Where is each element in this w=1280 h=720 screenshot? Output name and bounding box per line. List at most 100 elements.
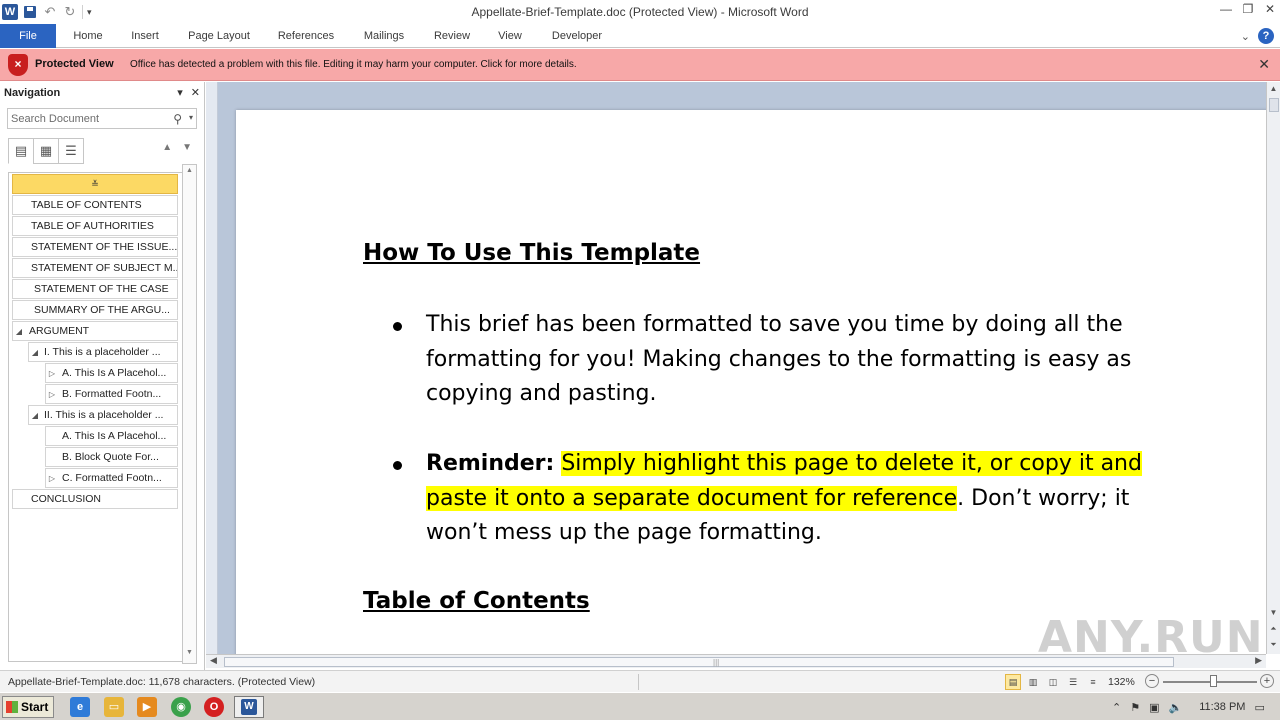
outline-item[interactable]: B. Block Quote For... (45, 447, 178, 467)
expand-caret-icon[interactable]: ▷ (46, 365, 58, 382)
opera-icon[interactable]: O (204, 697, 224, 717)
outline-item[interactable]: STATEMENT OF SUBJECT M... (12, 258, 178, 278)
action-center-flag-icon[interactable]: ⚑ (1130, 701, 1140, 714)
pane-options-icon[interactable]: ▾ (177, 86, 183, 99)
outline-item[interactable]: A. This Is A Placehol... (45, 426, 178, 446)
tab-developer[interactable]: Developer (544, 24, 610, 48)
search-icon[interactable]: ⚲ (173, 112, 182, 126)
document-info[interactable]: Appellate-Brief-Template.doc: 11,678 cha… (8, 676, 315, 688)
close-window-icon[interactable]: ✕ (1264, 2, 1276, 16)
outline-item[interactable]: TABLE OF CONTENTS (12, 195, 178, 215)
help-icon[interactable]: ? (1258, 28, 1274, 44)
outline-item[interactable]: STATEMENT OF THE ISSUE... (12, 237, 178, 257)
outline-scrollbar[interactable]: ▲ ▼ (182, 164, 197, 664)
browse-headings-icon[interactable]: ▤ (8, 138, 34, 164)
media-player-icon[interactable]: ▶ (137, 697, 157, 717)
watermark-logo: ANY.RUN (1038, 612, 1264, 663)
status-bar: Appellate-Brief-Template.doc: 11,678 cha… (0, 670, 1280, 692)
expand-caret-icon[interactable]: ◢ (13, 323, 25, 340)
scroll-up-icon[interactable]: ▲ (184, 167, 195, 179)
heading-how-to-use: How To Use This Template (363, 240, 701, 266)
previous-page-icon[interactable]: ⏶ (1267, 622, 1280, 636)
minimize-ribbon-icon[interactable]: ⌄ (1241, 30, 1250, 43)
navigation-title: Navigation (4, 87, 61, 99)
tab-review[interactable]: Review (428, 24, 476, 48)
scroll-up-icon[interactable]: ▲ (1267, 82, 1280, 96)
windows-flag-icon (6, 701, 18, 713)
tray-expand-icon[interactable]: ⌃ (1112, 701, 1121, 714)
start-label: Start (21, 700, 49, 714)
bullet-1-text: This brief has been formatted to save yo… (426, 312, 1132, 406)
web-layout-icon[interactable]: ◫ (1045, 674, 1061, 690)
browse-results-icon[interactable]: ☰ (58, 138, 84, 164)
print-layout-icon[interactable]: ▤ (1005, 674, 1021, 690)
outline-view-icon[interactable]: ☰ (1065, 674, 1081, 690)
volume-icon[interactable]: 🔈 (1169, 701, 1183, 714)
close-pane-icon[interactable]: ✕ (191, 86, 200, 99)
restore-icon[interactable]: ❐ (1242, 2, 1254, 16)
taskbar: Start e ▭ ▶ ◉ O W ⌃ ⚑ ▣ 🔈 11:38 PM ▭ (0, 692, 1280, 720)
grip-icon: ||| (713, 658, 720, 667)
outline-item[interactable]: TABLE OF AUTHORITIES (12, 216, 178, 236)
zoom-level[interactable]: 132% (1108, 676, 1135, 688)
full-screen-reading-icon[interactable]: ▥ (1025, 674, 1041, 690)
zoom-slider-thumb[interactable] (1210, 675, 1217, 687)
document-area[interactable]: How To Use This Template This brief has … (206, 82, 1266, 654)
next-page-icon[interactable]: ⏷ (1267, 638, 1280, 652)
start-button[interactable]: Start (2, 696, 54, 718)
browse-pages-icon[interactable]: ▦ (33, 138, 59, 164)
word-taskbar-icon: W (241, 699, 257, 715)
search-input[interactable] (8, 109, 158, 128)
file-explorer-icon[interactable]: ▭ (104, 697, 124, 717)
vertical-scrollbar[interactable]: ▲ ▼ ⏶ ⏷ (1266, 82, 1280, 654)
scroll-left-icon[interactable]: ◀ (210, 655, 217, 666)
bullet-icon (393, 322, 402, 331)
scroll-down-icon[interactable]: ▼ (1267, 606, 1280, 620)
internet-explorer-icon[interactable]: e (70, 697, 90, 717)
tab-insert[interactable]: Insert (124, 24, 166, 48)
scroll-thumb[interactable] (1269, 98, 1279, 112)
outline-item[interactable]: CONCLUSION (12, 489, 178, 509)
tab-references[interactable]: References (272, 24, 340, 48)
taskbar-clock[interactable]: 11:38 PM (1199, 701, 1245, 713)
search-options-icon[interactable]: ▾ (189, 113, 193, 122)
outline-item[interactable]: ◢ I. This is a placeholder ... (28, 342, 178, 362)
zoom-out-icon[interactable]: − (1145, 674, 1159, 688)
chrome-icon[interactable]: ◉ (171, 697, 191, 717)
status-separator (638, 674, 639, 690)
title-bar: W ↶ ↻ ▾ Appellate-Brief-Template.doc (Pr… (0, 0, 1280, 24)
tab-mailings[interactable]: Mailings (356, 24, 412, 48)
scroll-down-icon[interactable]: ▼ (184, 649, 195, 661)
reminder-label: Reminder: (426, 451, 555, 476)
minimize-icon[interactable]: — (1220, 2, 1232, 16)
outline-item[interactable]: STATEMENT OF THE CASE (12, 279, 178, 299)
outline-item[interactable]: ◢ II. This is a placeholder ... (28, 405, 178, 425)
expand-caret-icon[interactable]: ▷ (46, 470, 58, 487)
expand-caret-icon[interactable]: ◢ (29, 344, 41, 361)
expand-caret-icon[interactable]: ◢ (29, 407, 41, 424)
outline-item[interactable]: SUMMARY OF THE ARGU... (12, 300, 178, 320)
outline-item[interactable]: ▷ C. Formatted Footn... (45, 468, 178, 488)
tab-home[interactable]: Home (66, 24, 110, 48)
expand-caret-icon[interactable]: ▷ (46, 386, 58, 403)
protected-view-message[interactable]: Office has detected a problem with this … (130, 59, 577, 70)
network-icon[interactable]: ▣ (1149, 701, 1159, 714)
draft-view-icon[interactable]: ≡ (1085, 674, 1101, 690)
word-taskbar-button[interactable]: W (234, 696, 264, 718)
show-desktop-icon[interactable]: ▭ (1254, 701, 1264, 714)
outline-item[interactable]: ▷ B. Formatted Footn... (45, 384, 178, 404)
outline-item[interactable]: ▷ A. This Is A Placehol... (45, 363, 178, 383)
next-heading-icon[interactable]: ▼ (182, 142, 192, 153)
document-top-item[interactable]: ≚ (12, 174, 178, 194)
document-page[interactable]: How To Use This Template This brief has … (236, 110, 1266, 654)
outline-item-label: I. This is a placeholder ... (44, 346, 161, 358)
tab-view[interactable]: View (492, 24, 528, 48)
protected-view-bar[interactable]: × Protected View Office has detected a p… (0, 49, 1280, 81)
previous-heading-icon[interactable]: ▲ (162, 142, 172, 153)
tab-file[interactable]: File (0, 24, 56, 48)
close-icon[interactable]: ✕ (1258, 56, 1270, 73)
tab-page-layout[interactable]: Page Layout (182, 24, 256, 48)
horizontal-scroll-thumb[interactable]: ||| (224, 657, 1174, 667)
zoom-in-icon[interactable]: + (1260, 674, 1274, 688)
outline-item-argument[interactable]: ◢ ARGUMENT (12, 321, 178, 341)
